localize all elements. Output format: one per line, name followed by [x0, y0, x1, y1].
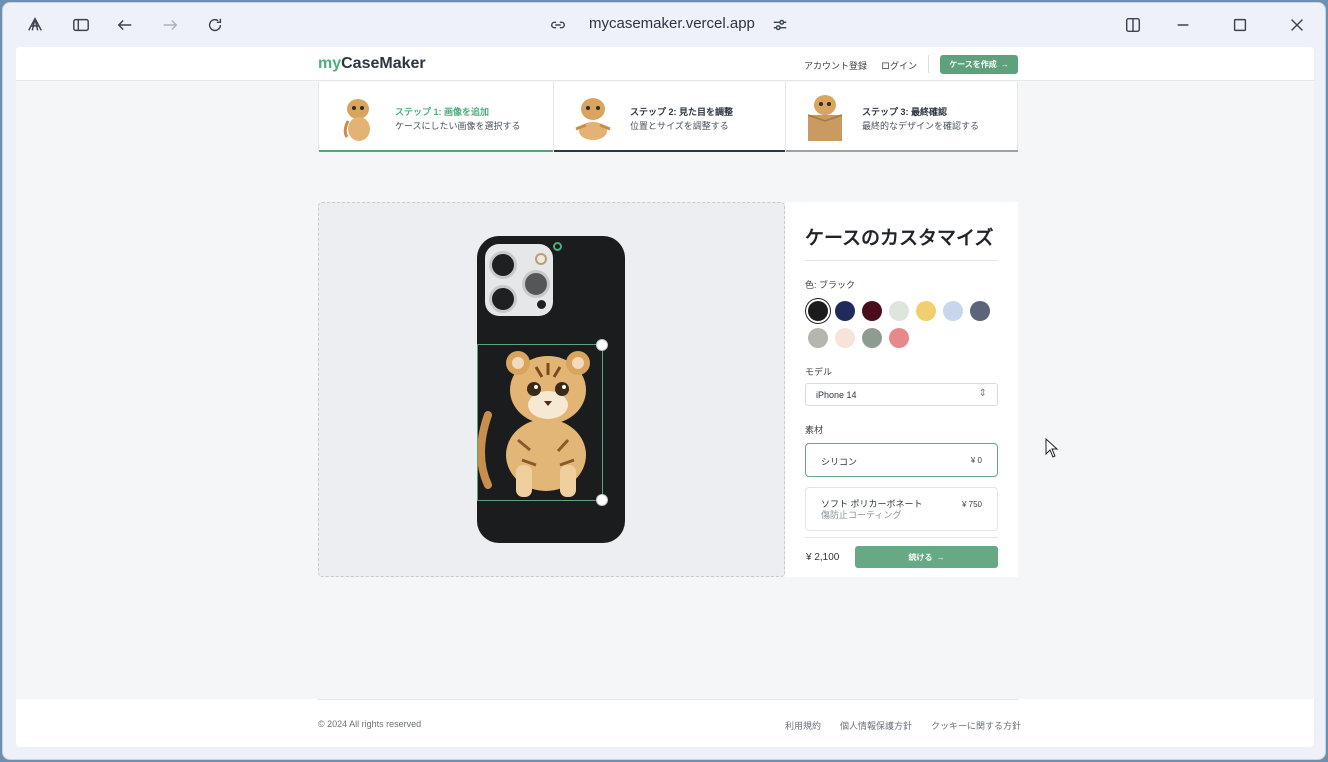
color-swatch-burgundy[interactable] [862, 301, 882, 321]
footer-link-cookies[interactable]: クッキーに関する方針 [931, 719, 1021, 732]
customization-panel: ケースのカスタマイズ 色: ブラック モデル iPhone 14 ⇕ 素材 シリ… [785, 202, 1018, 577]
browser-logo-icon[interactable] [23, 13, 47, 37]
step-2-desc: 位置とサイズを調整する [630, 121, 729, 131]
create-case-label: ケースを作成 [949, 60, 997, 69]
step-1-title: ステップ 1: 画像を追加 [395, 107, 490, 117]
material-subtitle: 傷防止コーティング [821, 510, 902, 520]
arrow-right-icon: → [936, 552, 945, 562]
model-select-value: iPhone 14 [816, 390, 857, 400]
color-swatch-mint-white[interactable] [889, 301, 909, 321]
close-icon[interactable] [1285, 13, 1309, 37]
material-name: シリコン [821, 457, 858, 467]
step-3-title: ステップ 3: 最終確認 [862, 107, 948, 117]
step-2: ステップ 2: 見た目を調整 位置とサイズを調整する [553, 82, 785, 152]
login-link[interactable]: ログイン [881, 59, 917, 72]
tiger-cub-image [478, 351, 590, 497]
browser-titlebar: mycasemaker.vercel.app [3, 3, 1325, 47]
camera-indicator-icon [553, 242, 562, 251]
step-2-bar [554, 150, 785, 152]
maximize-icon[interactable] [1228, 13, 1252, 37]
register-link[interactable]: アカウント登録 [804, 59, 867, 72]
continue-button[interactable]: 続ける → [855, 546, 998, 568]
case-editor-canvas[interactable] [318, 202, 785, 577]
forward-arrow-icon[interactable] [158, 13, 182, 37]
model-label: モデル [805, 367, 833, 377]
color-swatch-sage[interactable] [862, 328, 882, 348]
camera-lens [522, 270, 550, 298]
material-price: ¥ 0 [970, 456, 982, 465]
site-navbar: myCaseMaker アカウント登録 ログイン ケースを作成 → [16, 47, 1314, 81]
color-swatch-pink[interactable] [889, 328, 909, 348]
camera-lens [489, 251, 517, 279]
logo-main: CaseMaker [341, 55, 426, 72]
divider [805, 537, 998, 538]
footer-divider [318, 699, 1018, 700]
material-price: ¥ 750 [961, 500, 982, 509]
back-arrow-icon[interactable] [113, 13, 137, 37]
color-swatch-black[interactable] [808, 301, 828, 321]
create-case-button[interactable]: ケースを作成 → [940, 55, 1018, 74]
tiger-cub-adjust-thumbnail-icon [575, 98, 611, 140]
color-swatch-peach[interactable] [835, 328, 855, 348]
sensor-icon [537, 300, 546, 309]
panel-heading: ケースのカスタマイズ [805, 228, 994, 249]
material-option-silicone[interactable]: シリコン ¥ 0 [805, 443, 998, 477]
split-view-icon[interactable] [1121, 13, 1145, 37]
flash-icon [535, 253, 547, 265]
camera-module [485, 244, 553, 316]
site-settings-icon[interactable] [768, 13, 792, 37]
page-viewport: myCaseMaker アカウント登録 ログイン ケースを作成 → ステップ 1… [16, 47, 1314, 747]
step-3-desc: 最終的なデザインを確認する [862, 121, 980, 131]
minimize-icon[interactable] [1171, 13, 1195, 37]
logo-prefix: my [318, 55, 342, 72]
step-1-bar [319, 150, 553, 152]
site-footer: © 2024 All rights reserved 利用規約 個人情報保護方針… [16, 699, 1314, 747]
chevron-updown-icon: ⇕ [978, 388, 987, 399]
image-crop-area[interactable] [477, 344, 603, 501]
model-select[interactable]: iPhone 14 ⇕ [805, 383, 998, 406]
step-2-title: ステップ 2: 見た目を調整 [630, 107, 734, 117]
arrow-right-icon: → [1000, 60, 1009, 69]
step-1-desc: ケースにしたい画像を選択する [395, 121, 521, 131]
total-price: ¥ 2,100 [806, 552, 840, 563]
step-3-bar [786, 150, 1018, 152]
reload-icon[interactable] [203, 13, 227, 37]
continue-label: 続ける [908, 552, 933, 562]
tiger-box-thumbnail-icon [807, 95, 843, 141]
nav-divider [928, 55, 929, 73]
resize-handle-bottom-right[interactable] [596, 494, 608, 506]
color-swatch-slate[interactable] [970, 301, 990, 321]
copyright: © 2024 All rights reserved [318, 719, 422, 729]
camera-lens [489, 285, 517, 313]
tiger-cub-thumbnail-icon [343, 99, 370, 141]
step-1: ステップ 1: 画像を追加 ケースにしたい画像を選択する [319, 82, 553, 152]
step-3: ステップ 3: 最終確認 最終的なデザインを確認する [785, 82, 1018, 152]
material-option-polycarbonate[interactable]: ソフト ポリカーボネート 傷防止コーティング ¥ 750 [805, 487, 998, 531]
address-bar-url[interactable]: mycasemaker.vercel.app [589, 15, 755, 32]
resize-handle-top-right[interactable] [596, 339, 608, 351]
material-label: 素材 [805, 425, 824, 435]
sidebar-toggle-icon[interactable] [69, 13, 93, 37]
divider [805, 260, 998, 261]
footer-link-privacy[interactable]: 個人情報保護方針 [840, 719, 912, 732]
site-logo[interactable]: myCaseMaker [318, 55, 426, 73]
color-swatch-yellow[interactable] [916, 301, 936, 321]
color-label: 色: ブラック [805, 280, 856, 290]
footer-link-terms[interactable]: 利用規約 [785, 719, 821, 732]
browser-window: mycasemaker.vercel.app myCaseMaker アカウント… [2, 2, 1326, 760]
color-swatch-light-blue[interactable] [943, 301, 963, 321]
progress-steps: ステップ 1: 画像を追加 ケースにしたい画像を選択する ステップ 2: 見た目… [318, 82, 1018, 152]
link-icon[interactable] [546, 13, 570, 37]
color-swatch-navy[interactable] [835, 301, 855, 321]
mouse-cursor-icon [1045, 438, 1059, 458]
color-swatch-gray[interactable] [808, 328, 828, 348]
